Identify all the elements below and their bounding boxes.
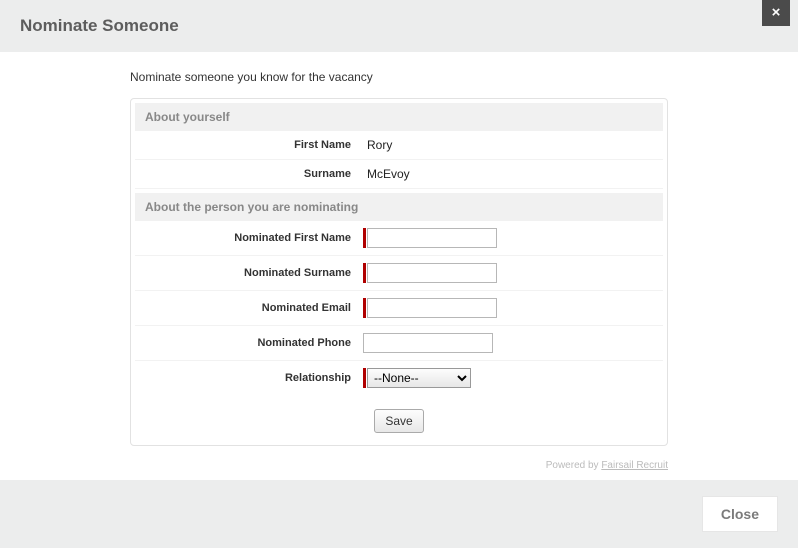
close-icon[interactable]: × [762,0,790,26]
input-cell [363,298,497,318]
value-first-name: Rory [363,138,392,152]
nominated-email-input[interactable] [367,298,497,318]
required-indicator [363,298,366,318]
required-indicator [363,368,366,388]
input-cell [363,263,497,283]
save-row: Save [131,395,667,433]
required-indicator [363,263,366,283]
row-relationship: Relationship --None-- [135,361,663,395]
label-surname: Surname [145,168,363,180]
label-nominated-email: Nominated Email [145,302,363,314]
close-button[interactable]: Close [702,496,778,532]
modal-body: Nominate someone you know for the vacanc… [0,52,798,481]
section-about-nominee: About the person you are nominating [135,193,663,221]
label-nominated-phone: Nominated Phone [145,337,363,349]
modal-footer: Close [0,480,798,548]
save-button[interactable]: Save [374,409,423,433]
powered-by: Powered by Fairsail Recruit [130,460,668,471]
row-surname: Surname McEvoy [135,160,663,189]
row-nominated-phone: Nominated Phone [135,326,663,361]
label-nominated-first-name: Nominated First Name [145,232,363,244]
required-indicator [363,228,366,248]
label-first-name: First Name [145,139,363,151]
label-relationship: Relationship [145,372,363,384]
modal-header: Nominate Someone × [0,0,798,52]
powered-by-link[interactable]: Fairsail Recruit [601,460,668,471]
row-nominated-surname: Nominated Surname [135,256,663,291]
section-about-yourself: About yourself [135,103,663,131]
row-first-name: First Name Rory [135,131,663,160]
relationship-select[interactable]: --None-- [367,368,471,388]
value-surname: McEvoy [363,167,410,181]
nominated-surname-input[interactable] [367,263,497,283]
nominated-first-name-input[interactable] [367,228,497,248]
powered-by-prefix: Powered by [546,460,602,471]
label-nominated-surname: Nominated Surname [145,267,363,279]
nominated-phone-input[interactable] [363,333,493,353]
row-nominated-first-name: Nominated First Name [135,221,663,256]
modal-title: Nominate Someone [20,16,179,36]
form-box: About yourself First Name Rory Surname M… [130,98,668,446]
input-cell [363,228,497,248]
input-cell [363,333,493,353]
input-cell: --None-- [363,368,471,388]
intro-text: Nominate someone you know for the vacanc… [130,70,668,84]
row-nominated-email: Nominated Email [135,291,663,326]
